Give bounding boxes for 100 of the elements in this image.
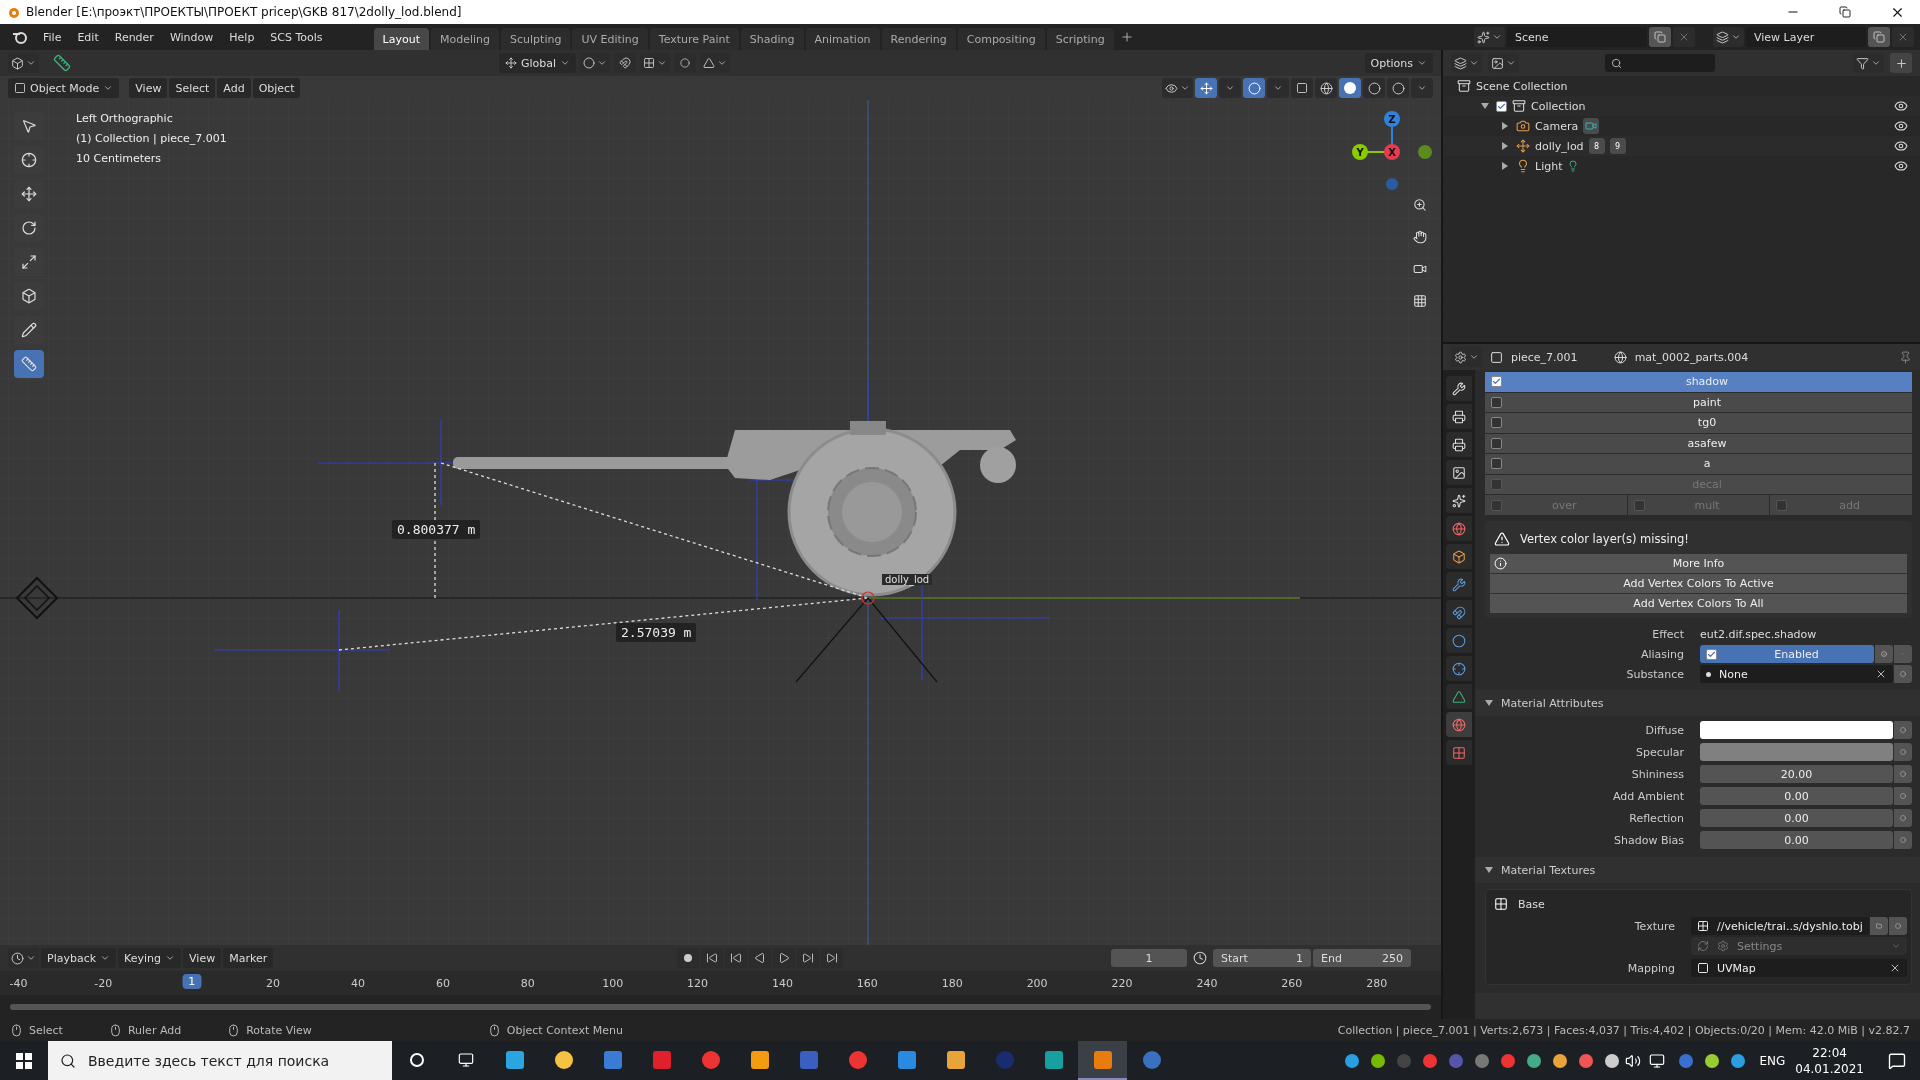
- mapping-field[interactable]: UVMap: [1691, 959, 1907, 977]
- outliner-item-label[interactable]: Collection: [1531, 99, 1586, 113]
- field-label: Add Ambient: [1611, 789, 1685, 803]
- outliner-item-label[interactable]: Scene Collection: [1476, 79, 1568, 93]
- end-frame-field[interactable]: End 250: [1313, 949, 1411, 967]
- count-badge: 8: [1588, 138, 1605, 154]
- viewport-menu[interactable]: Select: [169, 78, 216, 98]
- measurement-label: 0.800377 m: [392, 520, 481, 539]
- workspace-tab[interactable]: Scripting: [1046, 27, 1114, 51]
- frame-tick-label: 260: [1280, 976, 1304, 990]
- menu-item[interactable]: File: [36, 27, 69, 47]
- scene-name-field[interactable]: Scene: [1507, 27, 1647, 47]
- action-button[interactable]: Add Vertex Colors To All: [1490, 594, 1907, 613]
- options-dropdown[interactable]: Options: [1364, 53, 1433, 73]
- window-title: Blender [E:\проэкт\ПРОЕКТЫ\ПРОЕКТ pricep\GKB 817\2dolly_lod.blend]: [26, 5, 463, 19]
- status-hint: Ruler Add: [127, 1023, 182, 1037]
- effect-value: eut2.dif.spec.shadow: [1700, 627, 1817, 641]
- outliner-item-label[interactable]: Light: [1535, 159, 1563, 173]
- panel-header[interactable]: Material Attributes: [1475, 690, 1920, 716]
- workspace-tab[interactable]: Layout: [373, 27, 429, 51]
- number-field[interactable]: 20.00: [1700, 765, 1893, 783]
- timeline-menu[interactable]: View: [183, 948, 222, 968]
- frame-tick-label: 100: [601, 976, 625, 990]
- material-name: mat_0002_parts.004: [1634, 350, 1749, 364]
- number-field[interactable]: 0.00: [1700, 831, 1893, 849]
- menu-item[interactable]: Help: [222, 27, 262, 47]
- field-label: Aliasing: [1639, 647, 1685, 661]
- field-label: Substance: [1625, 667, 1685, 681]
- current-frame-field[interactable]: 1: [1111, 949, 1187, 967]
- x-axis-handle[interactable]: X: [1384, 144, 1400, 160]
- workspace-tab[interactable]: Compositing: [957, 27, 1045, 51]
- substance-field[interactable]: None: [1700, 665, 1893, 683]
- viewport-menu[interactable]: View: [129, 78, 168, 98]
- workspace-tab[interactable]: Modeling: [431, 27, 500, 51]
- layer-list-row[interactable]: shadow: [1485, 372, 1912, 392]
- layer-list-row[interactable]: tg0: [1485, 413, 1912, 433]
- menu-item[interactable]: Window: [162, 27, 221, 47]
- texture-path-field[interactable]: //vehicle/trai..s/dyshlo.tobj: [1691, 917, 1869, 935]
- panel-header[interactable]: Material Textures: [1475, 857, 1920, 883]
- start-frame-field[interactable]: Start 1: [1213, 949, 1311, 967]
- workspace-tab[interactable]: Shading: [740, 27, 804, 51]
- field-label: Mapping: [1626, 961, 1676, 975]
- status-hint: Select: [29, 1023, 63, 1037]
- workspace-tab[interactable]: UV Editing: [572, 27, 648, 51]
- outliner-item-label[interactable]: Camera: [1535, 119, 1579, 133]
- workspace-tab[interactable]: Texture Paint: [649, 27, 739, 51]
- timeline-menu[interactable]: Marker: [223, 948, 274, 968]
- measurement-label: 2.57039 m: [616, 623, 697, 642]
- mode-dropdown[interactable]: Object Mode: [8, 78, 120, 98]
- object-name-label: dolly_lod: [882, 574, 933, 585]
- field-label: Diffuse: [1644, 723, 1685, 737]
- taskbar-search-box[interactable]: Введите здесь текст для поиска: [48, 1041, 392, 1080]
- timeline-menu[interactable]: Playback: [41, 948, 117, 968]
- number-field[interactable]: 0.00: [1700, 809, 1893, 827]
- layer-list-row[interactable]: asafew: [1485, 433, 1912, 453]
- viewport-info-text: Left Orthographic: [76, 112, 173, 125]
- frame-tick-label: 80: [519, 976, 536, 990]
- viewport-menu[interactable]: Object: [252, 78, 301, 98]
- frame-tick-label: 220: [1110, 976, 1134, 990]
- action-button[interactable]: More Info: [1490, 554, 1907, 573]
- aliasing-toggle[interactable]: Enabled: [1700, 645, 1874, 663]
- frame-tick-label: -40: [8, 976, 29, 990]
- frame-tick-label: 280: [1365, 976, 1389, 990]
- status-hint: Rotate View: [246, 1023, 312, 1037]
- object-name: piece_7.001: [1511, 350, 1578, 364]
- frame-tick-label: 140: [770, 976, 794, 990]
- outliner-item-label[interactable]: dolly_lod: [1535, 139, 1584, 153]
- timeline-menu[interactable]: Keying: [118, 948, 182, 968]
- action-button[interactable]: Add Vertex Colors To Active: [1490, 574, 1907, 593]
- menu-item[interactable]: Render: [107, 27, 161, 47]
- texture-slot-name: Base: [1518, 897, 1545, 911]
- workspace-tab[interactable]: Sculpting: [501, 27, 571, 51]
- workspace-tab[interactable]: Rendering: [881, 27, 956, 51]
- playhead[interactable]: 1: [182, 974, 202, 989]
- frame-tick-label: 40: [350, 976, 366, 990]
- viewport-info-text: 10 Centimeters: [76, 152, 162, 165]
- view-layer-name-field[interactable]: View Layer: [1746, 27, 1866, 47]
- clock[interactable]: 22:04 04.01.2021: [1785, 1044, 1874, 1077]
- field-label: Effect: [1651, 627, 1685, 641]
- orientation-dropdown[interactable]: Global: [499, 53, 577, 73]
- menu-item[interactable]: SCS Tools: [263, 27, 330, 47]
- field-label: Shininess: [1630, 767, 1685, 781]
- menu-item[interactable]: Edit: [70, 27, 106, 47]
- warning-message: Vertex color layer(s) missing!: [1520, 532, 1689, 546]
- frame-tick-label: 60: [434, 976, 451, 990]
- viewport-info-text: (1) Collection | piece_7.001: [76, 132, 227, 145]
- viewport-menu[interactable]: Add: [217, 78, 251, 98]
- layer-list-row[interactable]: a: [1485, 454, 1912, 474]
- field-label: Specular: [1634, 745, 1685, 759]
- frame-tick-label: -20: [93, 976, 114, 990]
- workspace-tab[interactable]: Animation: [805, 27, 880, 51]
- layer-list-row[interactable]: paint: [1485, 392, 1912, 412]
- taskbar-search-field[interactable]: Введите здесь текст для поиска: [86, 1051, 392, 1070]
- frame-tick-label: 120: [686, 976, 710, 990]
- frame-tick-label: 180: [940, 976, 964, 990]
- field-label: Reflection: [1628, 811, 1685, 825]
- language-indicator[interactable]: ENG: [1759, 1053, 1786, 1068]
- settings-dropdown[interactable]: Settings: [1691, 937, 1907, 955]
- field-label: Shadow Bias: [1613, 833, 1685, 847]
- number-field[interactable]: 0.00: [1700, 787, 1893, 805]
